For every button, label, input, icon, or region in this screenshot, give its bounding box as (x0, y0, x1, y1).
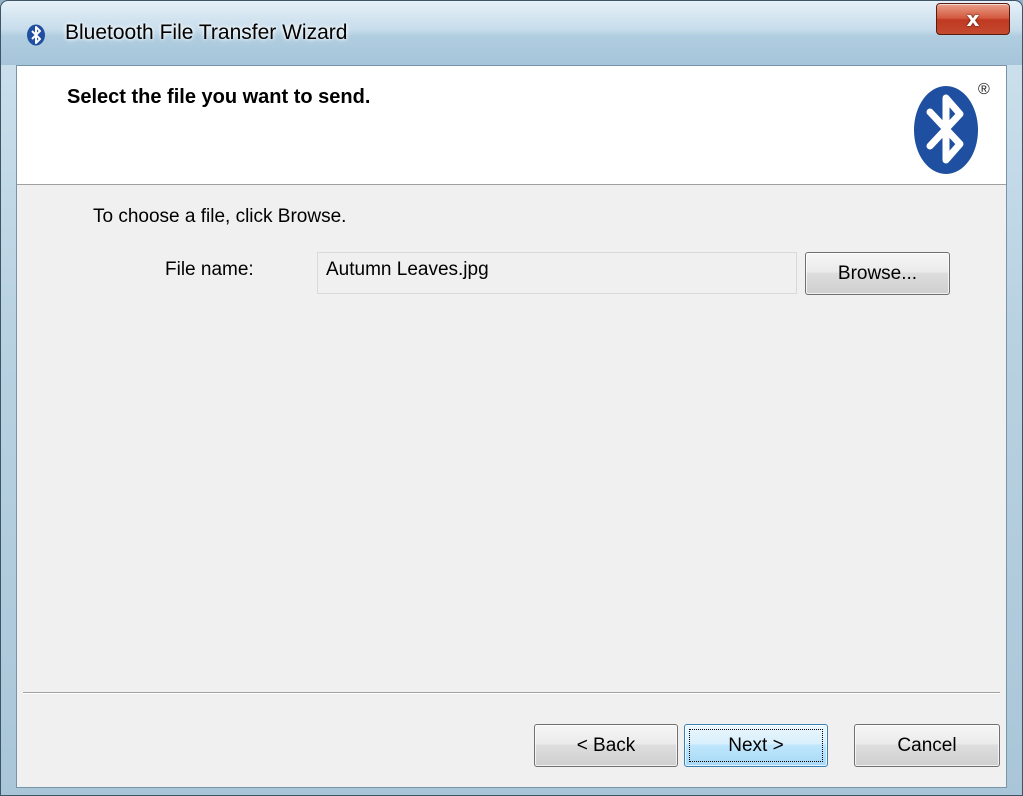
registered-mark: ® (978, 81, 990, 98)
window-title: Bluetooth File Transfer Wizard (65, 21, 348, 44)
cancel-button[interactable]: Cancel (854, 724, 1000, 767)
close-icon: x (966, 7, 980, 31)
next-button-label: Next > (728, 735, 784, 756)
dialog-client-area: Select the file you want to send. ® To c… (16, 65, 1007, 788)
file-name-label: File name: (165, 259, 254, 280)
page-title: Select the file you want to send. (67, 86, 371, 108)
bluetooth-icon (27, 24, 45, 46)
bluetooth-logo: ® (914, 81, 990, 174)
wizard-header: Select the file you want to send. ® (17, 66, 1006, 185)
next-button[interactable]: Next > (684, 724, 828, 767)
close-button[interactable]: x (936, 3, 1010, 35)
cancel-button-label: Cancel (897, 735, 957, 756)
back-button-label: < Back (576, 735, 636, 756)
back-button[interactable]: < Back (534, 724, 678, 767)
browse-button[interactable]: Browse... (805, 252, 950, 295)
title-bar[interactable]: Bluetooth File Transfer Wizard x (1, 1, 1022, 65)
footer-divider (23, 692, 1000, 694)
instruction-text: To choose a file, click Browse. (93, 206, 347, 227)
file-name-field[interactable]: Autumn Leaves.jpg (317, 252, 797, 294)
wizard-window: Bluetooth File Transfer Wizard x Select … (0, 0, 1023, 796)
browse-button-label: Browse... (837, 263, 918, 284)
